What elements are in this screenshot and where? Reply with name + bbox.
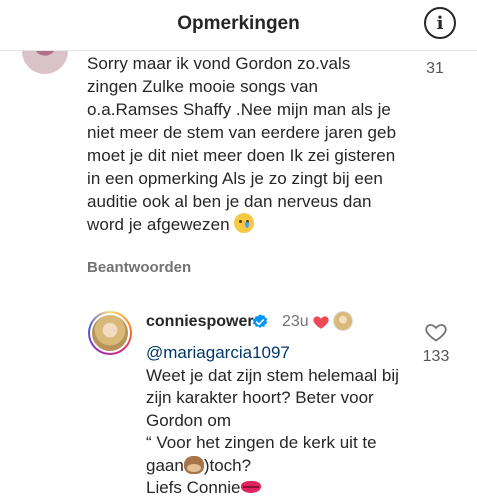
comment-body: Weet je dat zijn stem helemaal bij zijn … <box>146 365 399 430</box>
mention-link[interactable]: @mariagarcia1097 <box>146 343 290 362</box>
comment-text: Sorry maar ik vond Gordon zo.vals zingen… <box>87 52 405 236</box>
page-title: Opmerkingen <box>177 13 300 34</box>
comment-signoff: Liefs Connie <box>146 478 241 497</box>
see-no-evil-monkey-icon <box>183 455 204 474</box>
crying-face-icon <box>234 213 255 233</box>
comment-body-end: )toch? <box>203 455 252 475</box>
avatar[interactable] <box>88 311 132 355</box>
like-count: 31 <box>426 60 444 77</box>
username[interactable]: conniespower <box>146 313 254 331</box>
reply-button[interactable]: Beantwoorden <box>87 259 191 276</box>
comment-time: 23u <box>282 313 309 330</box>
avatar-image <box>90 313 130 353</box>
comment-text: @mariagarcia1097 Weet je dat zijn stem he… <box>146 342 408 500</box>
top-bar: Opmerkingen i <box>0 0 477 51</box>
comment-body: Sorry maar ik vond Gordon zo.vals zingen… <box>87 54 397 234</box>
liked-by-creator-heart-icon <box>313 316 329 329</box>
creator-avatar <box>333 311 353 331</box>
comment-quote: “ Voor het zingen de kerk uit te gaan <box>146 433 377 475</box>
verified-badge-icon <box>252 314 268 328</box>
like-heart-icon[interactable] <box>424 320 448 344</box>
like-count: 133 <box>422 348 450 365</box>
info-icon[interactable]: i <box>424 7 456 39</box>
kiss-mark-icon <box>240 481 261 493</box>
